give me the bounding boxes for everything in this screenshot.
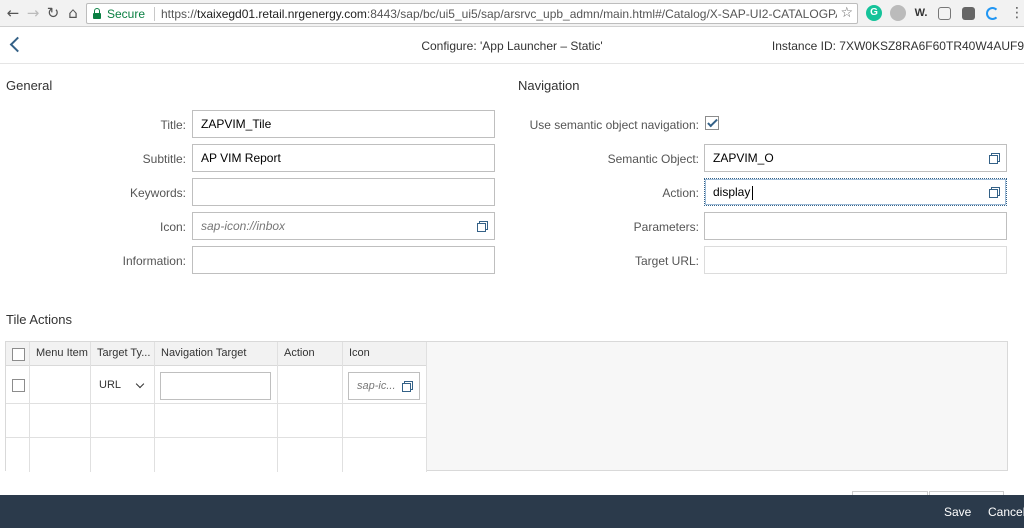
- url-host: txaixegd01.retail.nrgenergy.com: [197, 7, 367, 21]
- icon-input-placeholder: sap-icon://inbox: [201, 219, 286, 233]
- row-icon-input[interactable]: sap-ic...: [348, 372, 420, 400]
- url-prefix: https://: [161, 7, 198, 21]
- checkmark-icon: [707, 116, 718, 128]
- semantic-nav-checkbox[interactable]: [705, 116, 719, 130]
- column-divider: [154, 342, 155, 472]
- row-divider: [6, 403, 426, 404]
- forward-arrow-icon[interactable]: →: [24, 4, 42, 22]
- column-header-action[interactable]: Action: [284, 347, 315, 359]
- address-separator: [154, 7, 155, 21]
- column-header-navigation-target[interactable]: Navigation Target: [161, 347, 246, 359]
- browser-toolbar: ← → ↻ ⌂ Secure https://txaixegd01.retail…: [0, 0, 1024, 27]
- extension-circle-icon[interactable]: [986, 7, 999, 20]
- column-divider: [277, 342, 278, 472]
- target-url-label: Target URL:: [634, 254, 699, 268]
- bookmark-star-icon[interactable]: ☆: [840, 5, 853, 21]
- row-divider: [6, 437, 426, 438]
- extension-box-icon[interactable]: [938, 7, 951, 20]
- reload-icon[interactable]: ↻: [44, 4, 62, 22]
- save-button[interactable]: Save: [944, 505, 971, 519]
- general-section-title: General: [6, 78, 53, 93]
- value-help-icon[interactable]: [402, 381, 413, 392]
- lock-icon: [93, 8, 101, 19]
- extension-icon[interactable]: [890, 5, 906, 21]
- navigation-target-input[interactable]: [160, 372, 271, 400]
- column-divider: [426, 342, 427, 472]
- action-label: Action:: [662, 186, 699, 200]
- parameters-input[interactable]: [704, 212, 1007, 240]
- parameters-label: Parameters:: [633, 220, 699, 234]
- semantic-nav-label: Use semantic object navigation:: [529, 118, 699, 132]
- w-extension-icon[interactable]: W.: [913, 5, 929, 21]
- subtitle-label: Subtitle:: [142, 152, 186, 166]
- target-url-input: [704, 246, 1007, 274]
- semantic-object-input[interactable]: ZAPVIM_O: [704, 144, 1007, 172]
- icon-input[interactable]: sap-icon://inbox: [192, 212, 495, 240]
- tile-actions-section-title: Tile Actions: [6, 312, 72, 327]
- keywords-label: Keywords:: [129, 186, 186, 200]
- navigation-section-title: Navigation: [518, 78, 580, 93]
- information-input[interactable]: [192, 246, 495, 274]
- back-arrow-icon[interactable]: ←: [4, 4, 22, 22]
- instance-id: Instance ID: 7XW0KSZ8RA6F60TR40W4AUF9: [771, 39, 1024, 53]
- semantic-object-label: Semantic Object:: [607, 152, 699, 166]
- secure-label: Secure: [107, 7, 146, 21]
- row-icon-placeholder: sap-ic...: [357, 380, 396, 392]
- action-value: display: [713, 185, 751, 199]
- column-header-menu-item[interactable]: Menu Item: [36, 347, 88, 359]
- footer-toolbar: Save Cancel: [0, 495, 1024, 528]
- configuration-form: General Title: ZAPVIM_Tile Subtitle: AP …: [0, 64, 1024, 495]
- semantic-object-value: ZAPVIM_O: [713, 151, 774, 165]
- value-help-icon[interactable]: [989, 153, 1000, 164]
- target-type-select[interactable]: URL: [99, 379, 145, 391]
- title-input[interactable]: ZAPVIM_Tile: [192, 110, 495, 138]
- column-header-target-type[interactable]: Target Ty...: [97, 347, 150, 359]
- value-help-icon[interactable]: [477, 221, 488, 232]
- column-divider: [29, 342, 30, 472]
- title-label: Title:: [160, 118, 186, 132]
- value-help-icon[interactable]: [989, 187, 1000, 198]
- address-bar[interactable]: Secure https://txaixegd01.retail.nrgener…: [86, 3, 858, 24]
- subtitle-input[interactable]: AP VIM Report: [192, 144, 495, 172]
- url-path: :8443/sap/bc/ui5_ui5/sap/arsrvc_upb_admn…: [366, 7, 837, 21]
- browser-menu-icon[interactable]: ⋮: [1010, 4, 1024, 22]
- column-header-icon[interactable]: Icon: [349, 347, 370, 359]
- icon-label: Icon:: [159, 220, 186, 234]
- column-divider: [342, 342, 343, 472]
- information-label: Information:: [122, 254, 186, 268]
- shell-header: Configure: 'App Launcher – Static' Insta…: [0, 28, 1024, 64]
- tile-actions-table: Menu Item Target Ty... Navigation Target…: [5, 341, 1008, 472]
- extension-square-icon[interactable]: [962, 7, 975, 20]
- keywords-input[interactable]: [192, 178, 495, 206]
- target-type-value: URL: [99, 379, 122, 391]
- column-divider: [90, 342, 91, 472]
- text-cursor: [750, 182, 753, 200]
- row-select-checkbox[interactable]: [12, 379, 25, 392]
- home-icon[interactable]: ⌂: [64, 4, 82, 22]
- grammarly-extension-icon[interactable]: G: [866, 5, 882, 21]
- select-all-checkbox[interactable]: [12, 348, 25, 361]
- url-text[interactable]: https://txaixegd01.retail.nrgenergy.com:…: [161, 7, 837, 21]
- cancel-button[interactable]: Cancel: [988, 505, 1024, 519]
- action-input[interactable]: display: [704, 178, 1007, 206]
